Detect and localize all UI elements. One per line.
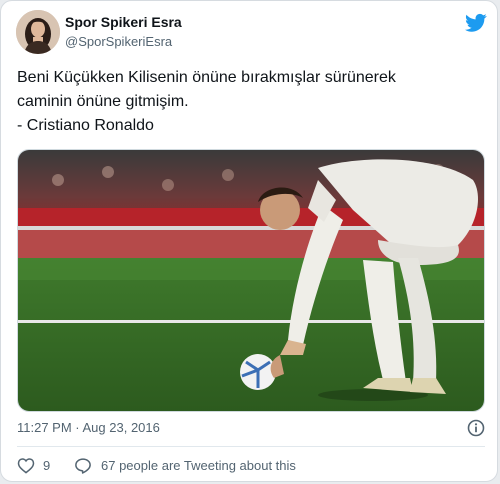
tweet-text-line: Beni Küçükken Kilisenin önüne bırakmışla… — [17, 69, 396, 86]
tweet-timestamp[interactable]: 11:27 PM · Aug 23, 2016 — [17, 420, 160, 435]
author-handle[interactable]: @SporSpikeriEsra — [65, 34, 172, 49]
tweet-text-line: - Cristiano Ronaldo — [17, 117, 154, 134]
avatar[interactable] — [16, 10, 60, 54]
tweet-text: Beni Küçükken Kilisenin önüne bırakmışla… — [17, 66, 487, 138]
author-display-name[interactable]: Spor Spikeri Esra — [65, 14, 182, 30]
divider — [17, 446, 485, 447]
tweeting-about-link[interactable]: 67 people are Tweeting about this — [101, 458, 296, 473]
twitter-bird-icon[interactable] — [465, 13, 487, 33]
speech-bubble-icon[interactable] — [74, 457, 92, 474]
heart-icon[interactable] — [17, 457, 35, 474]
tweet-card[interactable]: Spor Spikeri Esra @SporSpikeriEsra Beni … — [0, 0, 498, 482]
info-icon[interactable] — [467, 419, 485, 437]
avatar-image — [16, 10, 60, 54]
tweet-photo[interactable] — [17, 149, 485, 412]
tweet-text-line: caminin önüne gitmişim. — [17, 93, 189, 110]
photo-footballer-placing-ball — [18, 150, 484, 411]
like-count[interactable]: 9 — [43, 458, 50, 473]
